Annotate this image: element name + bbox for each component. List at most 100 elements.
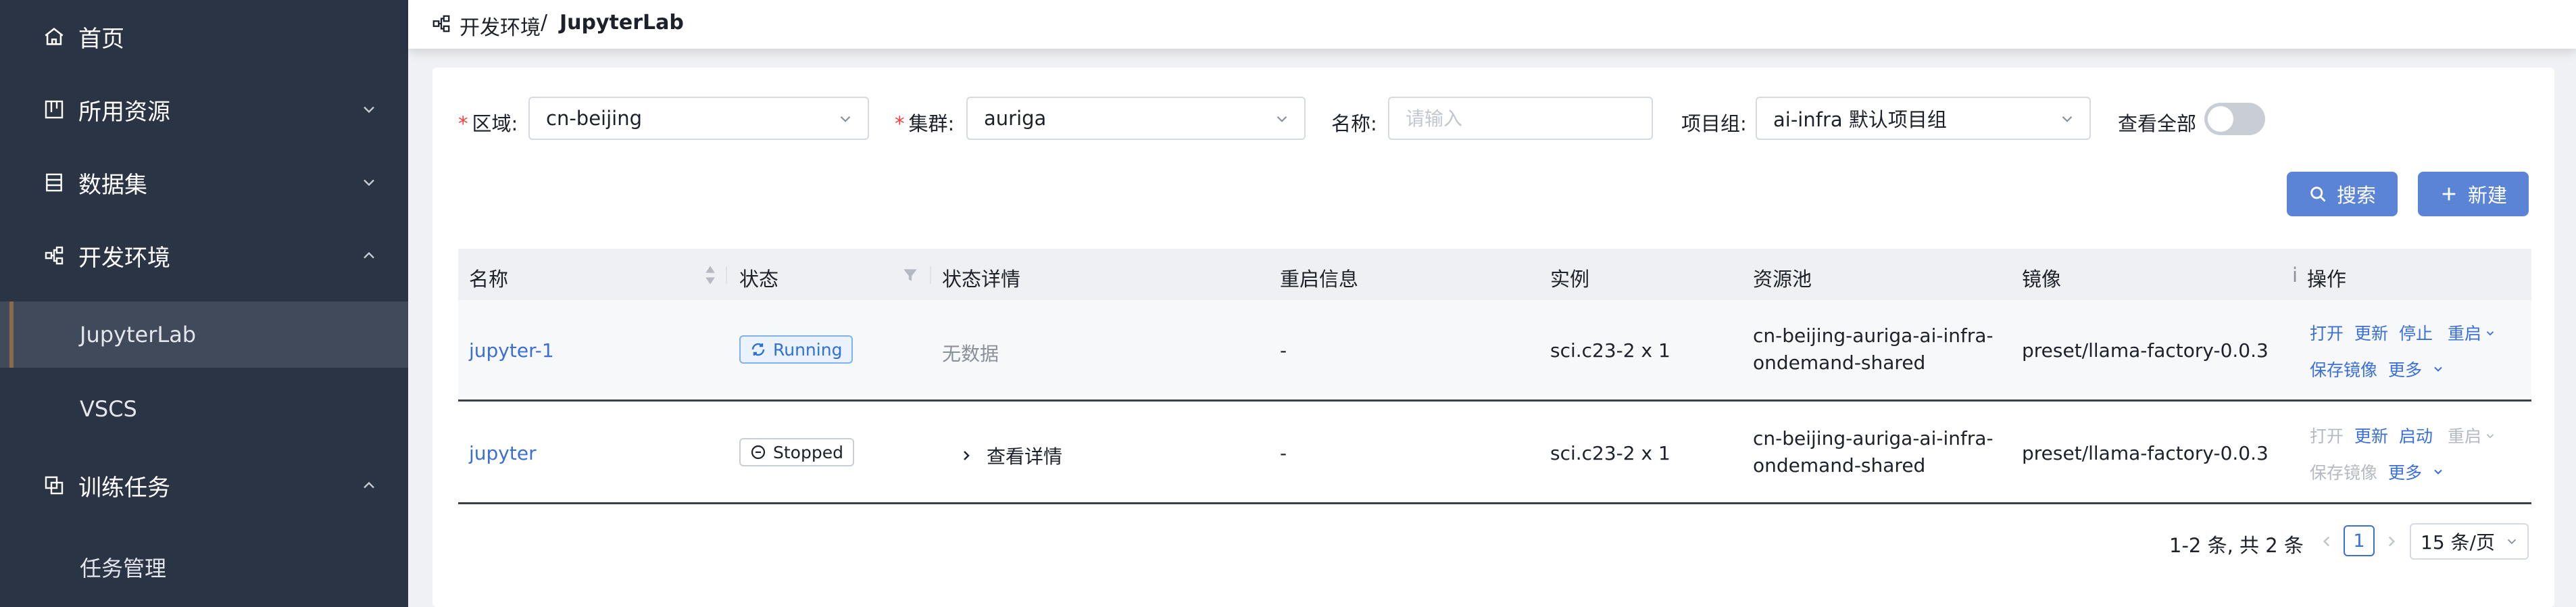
view-details-toggle[interactable]: 查看详情 — [958, 442, 1062, 469]
instance-spec: sci.c23-2 x 1 — [1550, 442, 1670, 464]
update-button[interactable]: 更新 — [2354, 423, 2388, 447]
status-detail: 无数据 — [942, 343, 999, 365]
sidebar-item-datasets[interactable]: 数据集 — [0, 161, 408, 204]
region-value: cn-beijing — [546, 107, 642, 130]
column-header-hint: i — [2292, 264, 2298, 287]
update-button[interactable]: 更新 — [2354, 320, 2388, 345]
cluster-value: auriga — [984, 107, 1047, 130]
project-value: ai-infra 默认项目组 — [1773, 108, 1947, 131]
instance-name-link[interactable]: jupyter-1 — [469, 339, 554, 362]
search-button-label: 搜索 — [2336, 184, 2376, 207]
open-button[interactable]: 打开 — [2310, 320, 2344, 345]
open-button[interactable]: 打开 — [2310, 423, 2344, 447]
chevron-up-icon — [364, 481, 374, 489]
table-row: jupyter-1 Running 无数据 - sci.c23-2 x 1 cn… — [458, 300, 2531, 402]
page-size-value: 15 条/页 — [2421, 531, 2495, 554]
sidebar-item-task-management[interactable]: 任务管理 — [0, 531, 408, 598]
status-badge: Running — [739, 335, 853, 364]
chevron-down-icon — [2507, 539, 2517, 545]
breadcrumb-separator: / — [541, 11, 548, 34]
chevron-right-icon[interactable] — [2383, 533, 2400, 550]
chevron-down-icon — [840, 116, 851, 122]
column-header-instance: 实例 — [1550, 268, 1590, 291]
chevron-right-icon — [964, 451, 970, 460]
resource-pool-line2: ondemand-shared — [1753, 351, 1926, 374]
sidebar-sub-label: 任务管理 — [80, 556, 167, 581]
board-icon — [41, 96, 68, 123]
resource-pool-line1: cn-beijing-auriga-ai-infra- — [1753, 324, 1993, 347]
sidebar-item-label: 训练任务 — [78, 474, 170, 502]
cluster-label: * 集群: — [895, 112, 955, 135]
copy-icon — [41, 472, 68, 499]
search-button[interactable]: 搜索 — [2287, 172, 2398, 216]
column-header-ops: 操作 — [2307, 268, 2347, 291]
sidebar-item-label: 开发环境 — [78, 244, 170, 272]
column-divider — [930, 266, 931, 284]
breadcrumb-current: JupyterLab — [560, 11, 684, 34]
chevron-down-icon — [364, 179, 374, 187]
page-size-select[interactable]: 15 条/页 — [2410, 523, 2529, 560]
sidebar-item-label: 首页 — [78, 25, 124, 53]
sidebar: 首页 所用资源 数据集 开发环境 JupyterLab VSCS 训练任务 任务… — [0, 0, 408, 607]
sidebar-item-jupyterlab[interactable]: JupyterLab — [0, 301, 408, 368]
filter-icon[interactable] — [901, 266, 919, 284]
column-header-status-detail: 状态详情 — [942, 268, 1021, 291]
name-label: 名称: — [1331, 112, 1377, 135]
breadcrumb-parent[interactable]: 开发环境 — [460, 11, 541, 41]
image-name: preset/llama-factory-0.0.3 — [2022, 442, 2269, 464]
stop-button[interactable]: 停止 — [2399, 320, 2433, 345]
sidebar-item-training[interactable]: 训练任务 — [0, 464, 408, 507]
more-dropdown[interactable]: 更多 — [2388, 357, 2445, 381]
restart-info: - — [1280, 339, 1287, 362]
sidebar-item-label: 所用资源 — [78, 98, 170, 126]
chevron-left-icon[interactable] — [2318, 533, 2335, 550]
search-icon — [2310, 187, 2326, 202]
more-dropdown[interactable]: 更多 — [2388, 460, 2445, 484]
region-label: * 区域: — [458, 112, 518, 135]
chevron-down-icon — [2434, 366, 2442, 372]
stop-circle-icon — [751, 445, 766, 460]
project-label: 项目组: — [1681, 112, 1747, 135]
resource-pool-line2: ondemand-shared — [1753, 454, 1926, 477]
view-all-label: 查看全部 — [2118, 112, 2197, 135]
header: 开发环境 / JupyterLab — [408, 0, 2576, 49]
database-icon — [41, 169, 68, 196]
column-divider — [726, 266, 727, 284]
sidebar-item-home[interactable]: 首页 — [0, 15, 408, 58]
sidebar-sub-label: VSCS — [80, 396, 137, 422]
save-image-button[interactable]: 保存镜像 — [2310, 460, 2377, 484]
column-header-restart: 重启信息 — [1280, 268, 1359, 291]
region-select[interactable]: cn-beijing — [528, 97, 869, 140]
view-all-toggle[interactable] — [2204, 103, 2265, 135]
pagination-page-1[interactable]: 1 — [2344, 525, 2375, 556]
chevron-down-icon — [364, 106, 374, 114]
sidebar-item-resources[interactable]: 所用资源 — [0, 88, 408, 131]
create-button-label: 新建 — [2467, 184, 2507, 207]
column-header-pool: 资源池 — [1753, 268, 1812, 291]
home-icon — [41, 23, 68, 50]
table-header: 名称 状态 状态详情 重启信息 实例 资源池 镜像 i 操作 — [458, 249, 2531, 300]
name-input[interactable] — [1388, 97, 1653, 140]
plus-icon — [2442, 187, 2456, 201]
sort-icon[interactable] — [703, 264, 718, 287]
start-button[interactable]: 启动 — [2399, 423, 2433, 447]
sidebar-item-label: 数据集 — [78, 171, 147, 199]
chevron-down-icon — [2486, 331, 2494, 336]
nodes-icon — [41, 242, 68, 269]
chevron-down-icon — [2486, 434, 2494, 439]
project-select[interactable]: ai-infra 默认项目组 — [1756, 97, 2091, 140]
column-header-name[interactable]: 名称 — [469, 264, 508, 292]
restart-dropdown[interactable]: 重启 — [2448, 320, 2496, 345]
save-image-button[interactable]: 保存镜像 — [2310, 357, 2377, 381]
restart-dropdown[interactable]: 重启 — [2448, 423, 2496, 447]
pagination-summary: 1-2 条, 共 2 条 — [2169, 534, 2304, 557]
image-name: preset/llama-factory-0.0.3 — [2022, 339, 2269, 362]
table-row: jupyter Stopped 查看详情 - sci.c23-2 x 1 cn-… — [458, 403, 2531, 504]
chevron-down-icon — [2434, 469, 2442, 475]
cluster-select[interactable]: auriga — [966, 97, 1306, 140]
instance-name-link[interactable]: jupyter — [469, 442, 537, 464]
sidebar-item-dev-env[interactable]: 开发环境 — [0, 234, 408, 277]
create-button[interactable]: 新建 — [2418, 172, 2529, 216]
sidebar-item-vscs[interactable]: VSCS — [0, 376, 408, 442]
instance-spec: sci.c23-2 x 1 — [1550, 339, 1670, 362]
